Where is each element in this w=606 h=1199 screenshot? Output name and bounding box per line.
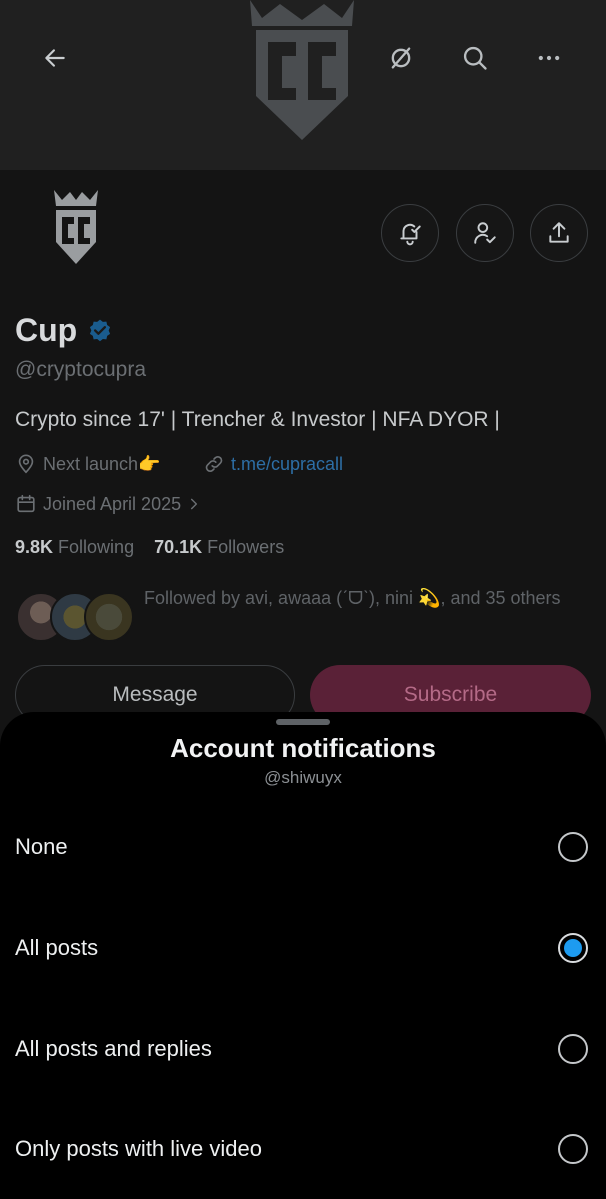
calendar-icon xyxy=(17,494,35,513)
option-live-video[interactable]: Only posts with live video xyxy=(0,1098,606,1199)
sheet-subtitle: @shiwuyx xyxy=(264,768,342,787)
followed-by-text[interactable]: Followed by avi, awaaa (ˊᗜˋ), nini 💫, an… xyxy=(144,582,594,614)
chevron-right-icon xyxy=(191,498,198,510)
share-icon xyxy=(549,222,569,243)
back-arrow-icon xyxy=(45,49,65,67)
share-button[interactable] xyxy=(530,204,588,262)
profile-banner[interactable] xyxy=(0,0,606,170)
back-button[interactable] xyxy=(30,33,80,83)
location-pin-icon xyxy=(18,454,34,474)
profile-name: Cup xyxy=(15,312,113,349)
sheet-grabber[interactable] xyxy=(276,719,330,725)
location-item: Next launch👉 xyxy=(15,453,160,475)
website-link[interactable]: t.me/cupracall xyxy=(231,454,343,475)
follower-avatar-3[interactable] xyxy=(84,592,134,642)
option-label: Only posts with live video xyxy=(15,1135,262,1161)
banner-logo xyxy=(250,0,354,140)
followers-count: 70.1K xyxy=(154,537,203,557)
followers-label: Followers xyxy=(207,537,285,557)
following-count: 9.8K xyxy=(15,537,54,557)
notifications-button[interactable] xyxy=(381,204,439,262)
user-check-icon xyxy=(474,222,496,244)
radio-button-selected[interactable] xyxy=(558,932,588,963)
link-icon xyxy=(205,455,223,473)
location-text: Next launch👉 xyxy=(43,453,161,474)
follow-stats: 9.8K Following 70.1K Followers xyxy=(15,537,284,558)
avatar[interactable] xyxy=(44,190,108,270)
option-label: None xyxy=(15,833,68,859)
option-all-posts[interactable]: All posts xyxy=(0,897,606,998)
bell-icon xyxy=(400,223,421,246)
following-button[interactable] xyxy=(456,204,514,262)
radio-dot xyxy=(564,938,582,957)
joined-text: Joined April 2025 xyxy=(43,493,182,514)
option-none[interactable]: None xyxy=(0,796,606,897)
radio-button[interactable] xyxy=(558,831,588,862)
search-button[interactable] xyxy=(450,33,500,83)
radio-button[interactable] xyxy=(558,1033,588,1064)
sheet-title: Account notifications xyxy=(170,733,436,763)
option-label: All posts and replies xyxy=(15,1035,212,1061)
website-item[interactable]: t.me/cupracall xyxy=(203,453,343,475)
verified-badge-icon[interactable] xyxy=(87,318,113,344)
joined-item[interactable]: Joined April 2025 xyxy=(15,493,201,515)
more-icon xyxy=(538,55,560,61)
followers-stat[interactable]: 70.1K Followers xyxy=(154,537,284,557)
grok-button[interactable] xyxy=(376,33,426,83)
profile-handle: @cryptocupra xyxy=(15,358,147,381)
radio-button[interactable] xyxy=(558,1133,588,1164)
grok-icon xyxy=(391,47,411,69)
profile-name-text: Cup xyxy=(15,312,78,348)
option-all-posts-replies[interactable]: All posts and replies xyxy=(0,998,606,1099)
option-label: All posts xyxy=(15,934,99,960)
profile-bio: Crypto since 17' | Trencher & Investor |… xyxy=(15,408,500,431)
search-icon xyxy=(463,46,487,70)
more-button[interactable] xyxy=(524,33,574,83)
following-stat[interactable]: 9.8K Following xyxy=(15,537,134,557)
avatar-logo-icon xyxy=(54,190,98,264)
following-label: Following xyxy=(58,537,135,557)
